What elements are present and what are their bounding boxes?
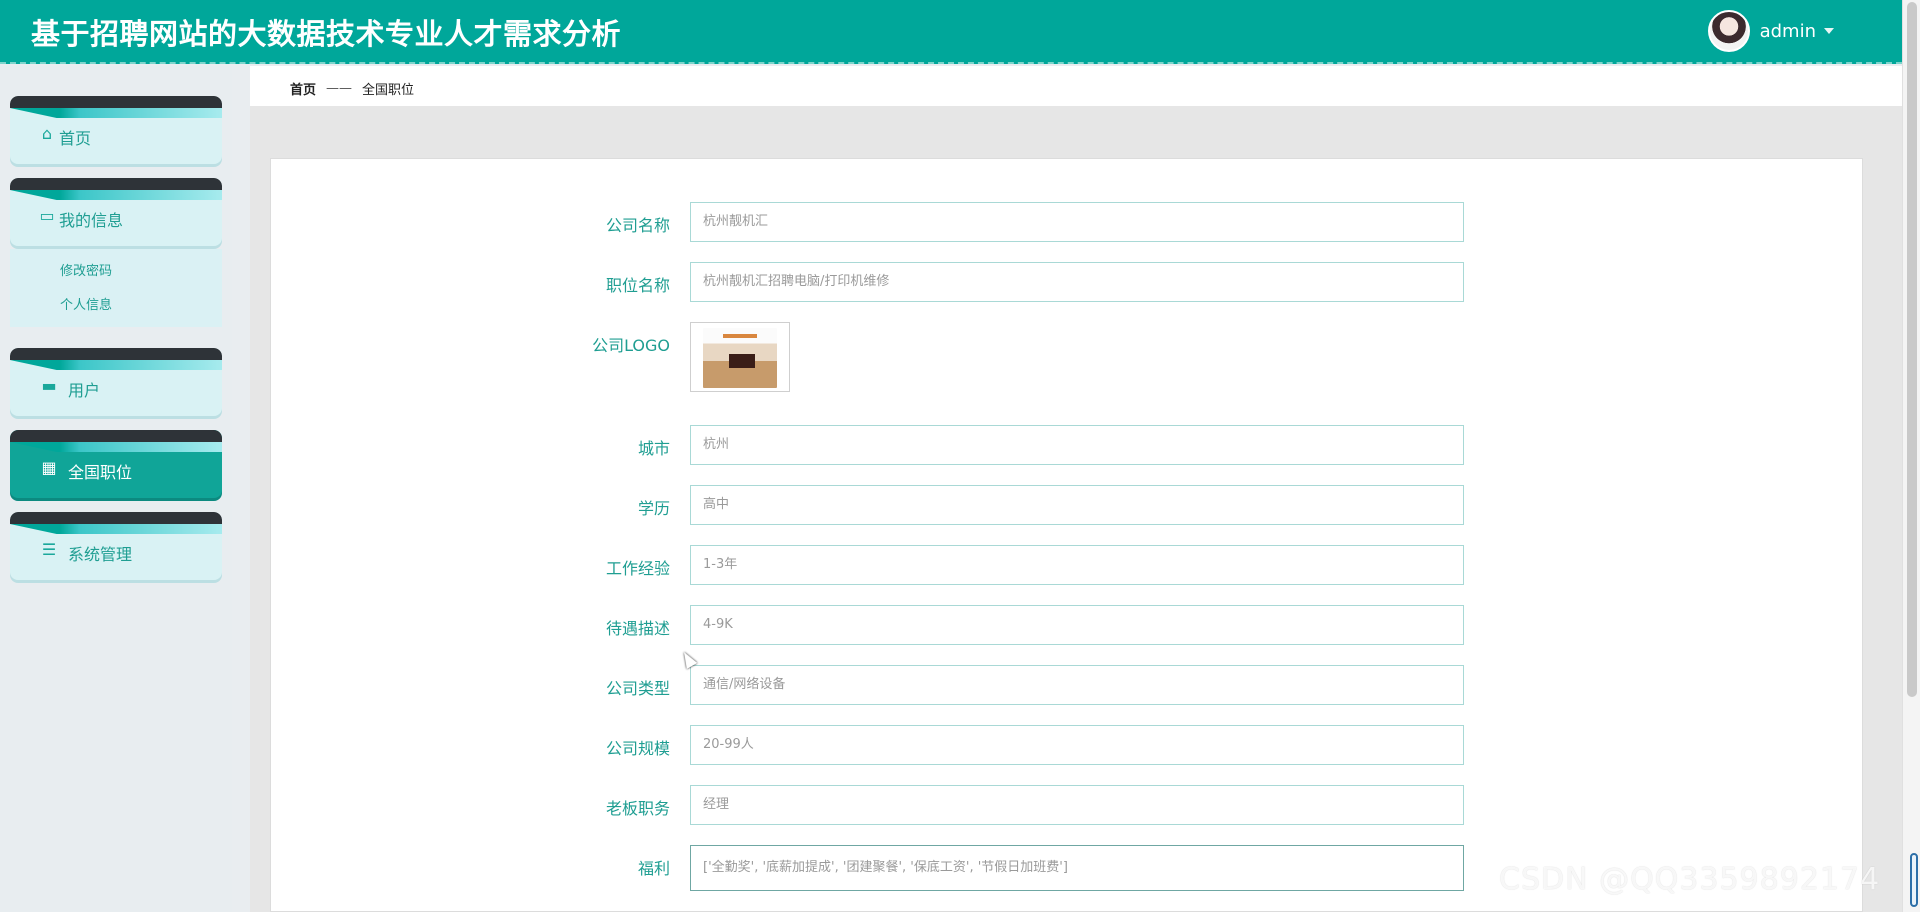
city-label: 城市	[637, 439, 670, 458]
user-avatar[interactable]	[1707, 10, 1750, 52]
sidebar-item-label: 我的信息	[59, 211, 124, 230]
sidebar-group-home: ⌂ 首页	[10, 96, 222, 164]
thermometer-icon	[1910, 853, 1918, 907]
sidebar-submenu: 修改密码 个人信息	[10, 249, 222, 327]
breadcrumb-separator: ——	[326, 81, 353, 96]
breadcrumb-home[interactable]: 首页	[290, 79, 316, 98]
company-logo-photo	[703, 328, 777, 388]
company-logo-label: 公司LOGO	[592, 336, 670, 355]
sidebar-item-label: 系统管理	[68, 545, 133, 564]
sidebar-group-system: ☰ 系统管理	[10, 512, 222, 580]
salary-label: 待遇描述	[605, 619, 670, 638]
welfare-field[interactable]: ['全勤奖', '底薪加提成', '团建聚餐', '保底工资', '节假日加班费…	[690, 845, 1464, 891]
sidebar-item-label: 用户	[68, 381, 101, 400]
sidebar-subitem-change-password[interactable]: 修改密码	[10, 255, 222, 289]
sidebar-group-my-info: ▭ 我的信息 修改密码 个人信息	[10, 178, 222, 327]
breadcrumb: 首页 —— 全国职位	[290, 79, 414, 98]
breadcrumb-current: 全国职位	[362, 83, 415, 98]
card-icon: ▭	[39, 206, 55, 225]
top-header: 基于招聘网站的大数据技术专业人才需求分析 admin	[0, 0, 1902, 64]
city-field[interactable]: 杭州	[690, 425, 1464, 465]
list-icon: ☰	[41, 540, 57, 559]
monitor-icon: ▬	[41, 376, 57, 395]
sidebar-item-national-jobs[interactable]: ▦ 全国职位	[10, 430, 222, 498]
company-name-label: 公司名称	[605, 216, 670, 235]
sidebar: ⌂ 首页 ▭ 我的信息 修改密码 个人信息 ▬ 用户 ▦ 全国职位 ☰ 系统管理	[0, 66, 232, 912]
site-title: 基于招聘网站的大数据技术专业人才需求分析	[31, 17, 622, 51]
sidebar-group-jobs: ▦ 全国职位	[10, 430, 222, 498]
sidebar-item-label: 首页	[59, 129, 92, 148]
experience-field[interactable]: 1-3年	[690, 545, 1464, 585]
sidebar-item-label: 全国职位	[68, 463, 133, 482]
chevron-down-icon[interactable]	[1824, 28, 1834, 34]
user-menu[interactable]: admin	[1707, 10, 1834, 52]
sidebar-item-users[interactable]: ▬ 用户	[10, 348, 222, 416]
sidebar-item-my-info[interactable]: ▭ 我的信息	[10, 178, 222, 246]
company-name-field[interactable]: 杭州靓机汇	[690, 202, 1464, 242]
home-icon: ⌂	[41, 124, 53, 143]
sidebar-subitem-personal-info[interactable]: 个人信息	[10, 289, 222, 323]
breadcrumb-bar: 首页 —— 全国职位	[250, 66, 1902, 106]
company-size-label: 公司规模	[605, 739, 670, 758]
watermark: CSDN @QQ3359892174	[1499, 862, 1881, 897]
sidebar-item-home[interactable]: ⌂ 首页	[10, 96, 222, 164]
job-name-field[interactable]: 杭州靓机汇招聘电脑/打印机维修	[690, 262, 1464, 302]
company-type-field[interactable]: 通信/网络设备	[690, 665, 1464, 705]
experience-label: 工作经验	[605, 559, 670, 578]
education-label: 学历	[637, 499, 670, 518]
grid-icon: ▦	[41, 458, 57, 477]
sidebar-item-system-management[interactable]: ☰ 系统管理	[10, 512, 222, 580]
company-size-field[interactable]: 20-99人	[690, 725, 1464, 765]
scrollbar-thumb[interactable]	[1907, 2, 1917, 697]
education-field[interactable]: 高中	[690, 485, 1464, 525]
company-type-label: 公司类型	[605, 679, 670, 698]
sidebar-group-users: ▬ 用户	[10, 348, 222, 416]
boss-title-field[interactable]: 经理	[690, 785, 1464, 825]
page-scrollbar[interactable]	[1902, 0, 1920, 912]
company-logo-image[interactable]	[690, 322, 790, 392]
boss-title-label: 老板职务	[605, 799, 670, 818]
salary-field[interactable]: 4-9K	[690, 605, 1464, 645]
user-name[interactable]: admin	[1760, 21, 1816, 42]
welfare-label: 福利	[637, 859, 670, 878]
job-name-label: 职位名称	[605, 276, 670, 295]
